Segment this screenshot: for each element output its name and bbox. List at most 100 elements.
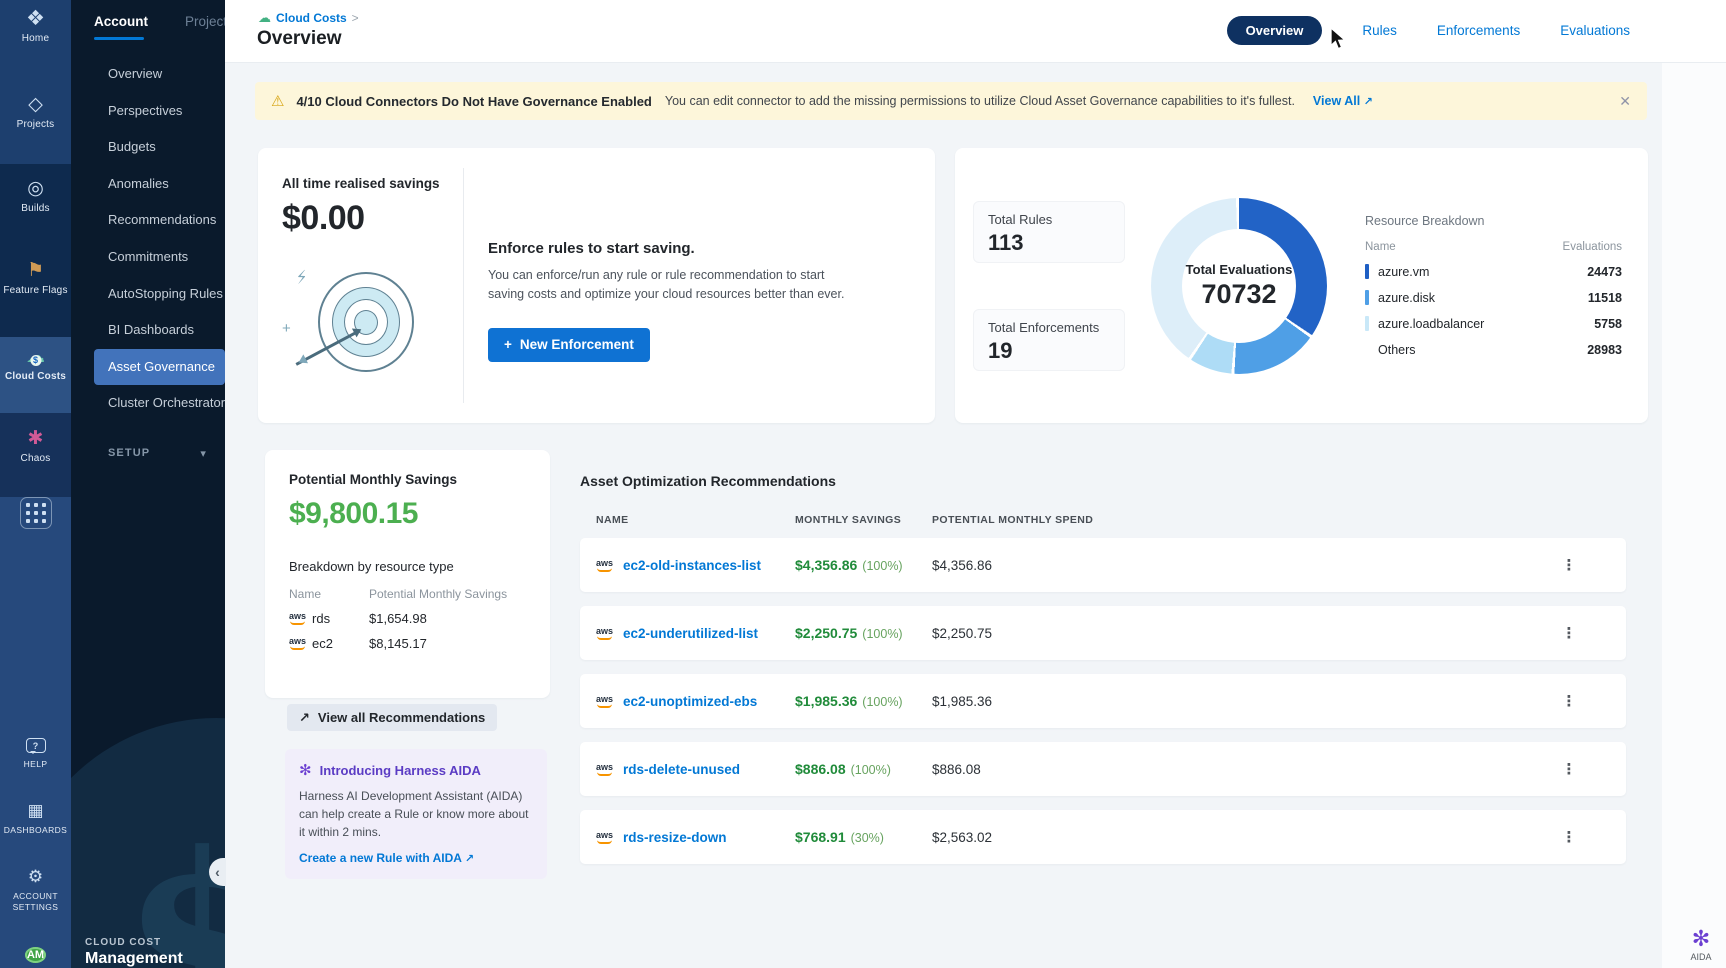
recommendations-table: aws ec2-old-instances-list $4,356.86(100… [580, 538, 1626, 864]
realised-savings-card: All time realised savings $0.00 ⚡ + Enfo… [258, 148, 935, 423]
flag-icon: ⚑ [0, 260, 71, 282]
nav-tab-rules[interactable]: Rules [1362, 23, 1397, 38]
legend-col-name: Name [1365, 241, 1396, 253]
tab-project[interactable]: Project [185, 14, 225, 29]
rail-item-projects[interactable]: ◇ Projects [0, 94, 71, 130]
help-button[interactable]: ? HELP [0, 738, 71, 769]
plus-icon: + [504, 337, 512, 352]
rail-item-cloud-costs[interactable]: ☁$ Cloud Costs [0, 346, 71, 382]
legend-col-evaluations: Evaluations [1563, 241, 1622, 253]
donut-center-label: Total Evaluations [1186, 262, 1293, 277]
rule-link[interactable]: rds-resize-down [623, 830, 727, 845]
help-chat-icon: ? [26, 738, 46, 753]
table-row[interactable]: aws rds-resize-down $768.91(30%) $2,563.… [580, 810, 1626, 864]
sidebar-item-bi-dashboards[interactable]: BI Dashboards [71, 312, 225, 349]
nav-tab-evaluations[interactable]: Evaluations [1560, 23, 1630, 38]
sidebar-item-recommendations[interactable]: Recommendations [71, 202, 225, 239]
total-enforcements-stat: Total Enforcements 19 [973, 309, 1125, 371]
rail-item-home[interactable]: ❖ Home [0, 8, 71, 44]
table-row[interactable]: aws ec2-old-instances-list $4,356.86(100… [580, 538, 1626, 592]
aws-icon: aws [596, 627, 613, 640]
potential-savings-title: Potential Monthly Savings [289, 472, 526, 487]
sidebar-item-budgets[interactable]: Budgets [71, 129, 225, 166]
close-icon[interactable]: ✕ [1619, 93, 1631, 110]
bolt-icon: ⚡ [294, 267, 310, 289]
cloud-costs-sidebar: Account Project Overview Perspectives Bu… [71, 0, 225, 968]
sidebar-item-asset-governance[interactable]: Asset Governance [94, 349, 225, 386]
rail-item-builds[interactable]: ◎ Builds [0, 178, 71, 214]
sidebar-setup-toggle[interactable]: SETUP ▾ [71, 447, 225, 460]
banner-view-all-link[interactable]: View All ↗ [1313, 94, 1373, 108]
create-rule-with-aida-link[interactable]: Create a new Rule with AIDA ↗ [299, 851, 474, 865]
aws-icon: aws [289, 612, 306, 625]
breakdown-row-rds: aws rds $1,654.98 [289, 611, 526, 626]
kebab-menu-icon[interactable]: ⋮ [1512, 692, 1626, 710]
breadcrumb-cloud-costs[interactable]: Cloud Costs [276, 11, 347, 25]
rule-link[interactable]: ec2-old-instances-list [623, 558, 761, 573]
swatch-others [1365, 342, 1369, 357]
new-enforcement-button[interactable]: + New Enforcement [488, 328, 650, 362]
builds-icon: ◎ [0, 178, 71, 200]
rule-link[interactable]: ec2-unoptimized-ebs [623, 694, 757, 709]
help-label: HELP [0, 759, 71, 769]
kebab-menu-icon[interactable]: ⋮ [1512, 624, 1626, 642]
cloud-dollar-icon: ☁$ [0, 346, 71, 368]
sidebar-item-perspectives[interactable]: Perspectives [71, 93, 225, 130]
table-row[interactable]: aws ec2-underutilized-list $2,250.75(100… [580, 606, 1626, 660]
module-rail: ❖ Home ◇ Projects ◎ Builds ⚑ Feature Fla… [0, 0, 71, 968]
rail-item-chaos[interactable]: ✱ Chaos [0, 428, 71, 464]
aida-float-label: AIDA [1678, 952, 1724, 962]
module-name-line1: CLOUD COST [85, 937, 183, 948]
enforce-description: You can enforce/run any rule or rule rec… [488, 266, 858, 304]
sidebar-item-cluster-orchestrator[interactable]: Cluster Orchestrator [71, 385, 225, 422]
projects-cube-icon: ◇ [0, 94, 71, 116]
rail-label-feature-flags: Feature Flags [0, 285, 71, 296]
aida-title: Introducing Harness AIDA [320, 763, 481, 778]
tab-account[interactable]: Account [94, 14, 148, 29]
realised-savings-title: All time realised savings [282, 176, 463, 191]
banner-message: You can edit connector to add the missin… [665, 94, 1295, 108]
table-row[interactable]: aws rds-delete-unused $886.08(100%) $886… [580, 742, 1626, 796]
nav-tab-overview[interactable]: Overview [1227, 16, 1323, 45]
table-row[interactable]: aws ec2-unoptimized-ebs $1,985.36(100%) … [580, 674, 1626, 728]
aws-icon: aws [596, 763, 613, 776]
aws-icon: aws [596, 559, 613, 572]
kebab-menu-icon[interactable]: ⋮ [1512, 556, 1626, 574]
aida-description: Harness AI Development Assistant (AIDA) … [299, 787, 533, 841]
breakdown-row-ec2: aws ec2 $8,145.17 [289, 636, 526, 651]
view-all-recommendations-button[interactable]: ↗ View all Recommendations [287, 704, 497, 731]
details-row: Potential Monthly Savings $9,800.15 Brea… [265, 450, 1645, 879]
external-link-icon: ↗ [299, 710, 310, 726]
rule-link[interactable]: rds-delete-unused [623, 762, 740, 777]
total-enforcements-value: 19 [988, 338, 1110, 364]
module-picker-button[interactable] [0, 497, 71, 529]
kebab-menu-icon[interactable]: ⋮ [1512, 760, 1626, 778]
breakdown-col-name: Name [289, 587, 369, 601]
dashboards-button[interactable]: ▦ DASHBOARDS [0, 800, 71, 835]
total-rules-value: 113 [988, 230, 1110, 256]
rail-item-feature-flags[interactable]: ⚑ Feature Flags [0, 260, 71, 296]
account-settings-button[interactable]: ⚙ ACCOUNT SETTINGS [0, 866, 71, 912]
external-link-icon: ↗ [465, 853, 474, 865]
recommendations-section: Asset Optimization Recommendations NAME … [580, 450, 1645, 879]
sidebar-item-overview[interactable]: Overview [71, 56, 225, 93]
grid-icon [20, 497, 52, 529]
sidebar-item-commitments[interactable]: Commitments [71, 239, 225, 276]
rule-link[interactable]: ec2-underutilized-list [623, 626, 758, 641]
sidebar-item-anomalies[interactable]: Anomalies [71, 166, 225, 203]
sidebar-item-autostopping-rules[interactable]: AutoStopping Rules [71, 276, 225, 313]
kebab-menu-icon[interactable]: ⋮ [1512, 828, 1626, 846]
resource-breakdown-legend: Resource Breakdown Name Evaluations azur… [1365, 214, 1622, 357]
aida-floating-button[interactable]: ✻ AIDA [1678, 928, 1724, 962]
recommendations-table-header: NAME MONTHLY SAVINGS POTENTIAL MONTHLY S… [580, 514, 1626, 526]
rail-label-cloud-costs: Cloud Costs [0, 371, 71, 382]
swatch-azure-vm [1365, 264, 1369, 279]
legend-row: azure.vm24473 [1365, 264, 1622, 279]
dashboards-icon: ▦ [0, 800, 71, 822]
user-avatar-button[interactable]: AM [0, 942, 71, 968]
legend-title: Resource Breakdown [1365, 214, 1622, 228]
nav-tab-enforcements[interactable]: Enforcements [1437, 23, 1520, 38]
rail-label-projects: Projects [0, 119, 71, 130]
breadcrumb: ☁ Cloud Costs > [258, 10, 359, 26]
realised-savings-amount: $0.00 [282, 199, 463, 238]
